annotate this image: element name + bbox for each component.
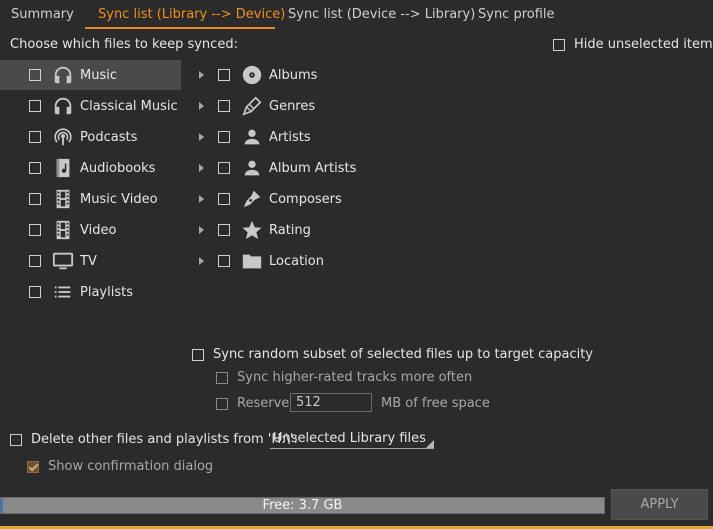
tree-item-label: Albums	[269, 68, 318, 83]
show-confirmation-label: Show confirmation dialog	[48, 459, 214, 474]
pencil-icon	[241, 95, 263, 117]
tree-item-label: Artists	[269, 130, 311, 145]
audiobooks-checkbox[interactable]	[29, 162, 41, 174]
expand-arrow-icon[interactable]	[199, 195, 204, 203]
expand-arrow-icon[interactable]	[199, 133, 204, 141]
film-icon	[52, 188, 74, 210]
podcast-icon	[52, 126, 74, 148]
composers-checkbox[interactable]	[218, 193, 230, 205]
list-item-label: Audiobooks	[80, 161, 156, 176]
headphones-icon	[52, 64, 74, 86]
film-icon	[52, 219, 74, 241]
dropdown-arrow-icon	[426, 440, 434, 448]
apply-button[interactable]: APPLY	[611, 489, 708, 520]
reserve-checkbox[interactable]	[216, 398, 228, 410]
tree-item-label: Composers	[269, 192, 342, 207]
pen-nib-icon	[241, 188, 263, 210]
hide-unselected-checkbox[interactable]	[553, 39, 565, 51]
higher-rated-checkbox[interactable]	[216, 372, 228, 384]
genres-checkbox[interactable]	[218, 100, 230, 112]
audiobook-icon	[52, 157, 74, 179]
tab-sync-list-device-to-library[interactable]: Sync list (Device --> Library)	[288, 7, 475, 22]
person-icon	[241, 126, 263, 148]
video-checkbox[interactable]	[29, 224, 41, 236]
playlists-checkbox[interactable]	[29, 286, 41, 298]
tree-item-label: Genres	[269, 99, 316, 114]
list-item-label: Classical Music	[80, 99, 178, 114]
headphones-icon	[52, 95, 74, 117]
expand-arrow-icon[interactable]	[199, 226, 204, 234]
disc-icon	[241, 64, 263, 86]
reserve-input[interactable]: 512	[290, 393, 372, 412]
tree-item-label: Location	[269, 254, 324, 269]
music-video-checkbox[interactable]	[29, 193, 41, 205]
list-item-label: Podcasts	[80, 130, 138, 145]
tab-sync-list-library-to-device[interactable]: Sync list (Library --> Device)	[98, 7, 285, 22]
tab-bar: Summary Sync list (Library --> Device) S…	[0, 0, 713, 30]
music-checkbox[interactable]	[29, 69, 41, 81]
list-item-label: Video	[80, 223, 117, 238]
dropdown-value: Unselected Library files	[273, 431, 426, 446]
list-item-label: TV	[80, 254, 97, 269]
location-checkbox[interactable]	[218, 255, 230, 267]
tab-summary[interactable]: Summary	[11, 7, 74, 22]
list-item-label: Playlists	[80, 285, 133, 300]
reserve-label: Reserve	[237, 396, 290, 411]
star-icon	[241, 219, 263, 241]
choose-files-label: Choose which files to keep synced:	[10, 37, 238, 52]
artists-checkbox[interactable]	[218, 131, 230, 143]
show-confirmation-checkbox[interactable]	[27, 461, 39, 473]
tree-item-label: Rating	[269, 223, 311, 238]
delete-scope-dropdown[interactable]: Unselected Library files	[270, 430, 434, 449]
expand-arrow-icon[interactable]	[199, 257, 204, 265]
free-space-bar: Free: 3.7 GB	[0, 497, 605, 514]
tv-icon	[52, 250, 74, 272]
tv-checkbox[interactable]	[29, 255, 41, 267]
rating-checkbox[interactable]	[218, 224, 230, 236]
list-icon	[52, 281, 74, 303]
tree-item-label: Album Artists	[269, 161, 357, 176]
podcasts-checkbox[interactable]	[29, 131, 41, 143]
folder-icon	[241, 250, 263, 272]
album-artists-checkbox[interactable]	[218, 162, 230, 174]
delete-other-files-checkbox[interactable]	[10, 434, 22, 446]
higher-rated-label: Sync higher-rated tracks more often	[237, 370, 473, 385]
classical-music-checkbox[interactable]	[29, 100, 41, 112]
reserve-unit-label: MB of free space	[381, 396, 490, 411]
hide-unselected-label: Hide unselected items	[574, 37, 713, 52]
active-tab-underline	[85, 27, 275, 29]
sync-random-label: Sync random subset of selected files up …	[213, 347, 594, 362]
expand-arrow-icon[interactable]	[199, 71, 204, 79]
tab-sync-profile[interactable]: Sync profile	[478, 7, 555, 22]
sync-random-checkbox[interactable]	[192, 349, 204, 361]
list-item-label: Music Video	[80, 192, 158, 207]
delete-other-files-label: Delete other files and playlists from 'H…	[31, 432, 298, 447]
person-icon	[241, 157, 263, 179]
free-space-label: Free: 3.7 GB	[262, 498, 343, 513]
list-item-label: Music	[80, 68, 117, 83]
albums-checkbox[interactable]	[218, 69, 230, 81]
expand-arrow-icon[interactable]	[199, 164, 204, 172]
expand-arrow-icon[interactable]	[199, 102, 204, 110]
